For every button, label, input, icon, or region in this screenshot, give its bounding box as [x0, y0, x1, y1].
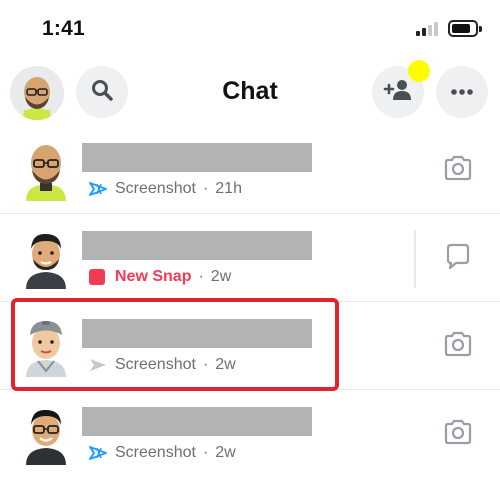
row-divider [414, 230, 416, 288]
chat-header: Chat [0, 52, 500, 124]
chat-status: New Snap · 2w [88, 266, 231, 288]
redacted-name [82, 407, 312, 436]
status-text: New Snap [115, 268, 192, 285]
separator: · [202, 444, 209, 461]
redacted-name [82, 231, 312, 260]
status-bar: 1:41 [0, 0, 500, 52]
friend-bitmoji-avatar [18, 403, 74, 465]
battery-icon [448, 20, 482, 37]
friend-bitmoji-avatar [18, 139, 74, 201]
camera-button[interactable] [440, 152, 476, 188]
chat-row[interactable]: Screenshot · 21h [0, 126, 500, 214]
chat-bubble-icon [444, 242, 472, 275]
highlight-box [11, 298, 339, 391]
screenshot-blue-icon [88, 181, 108, 197]
chat-row[interactable]: New Snap · 2w [0, 214, 500, 302]
status-text: Screenshot [115, 444, 196, 461]
more-dots-icon [450, 83, 474, 101]
chat-status: Screenshot · 21h [88, 178, 242, 200]
status-text: Screenshot [115, 180, 196, 197]
redacted-name [82, 143, 312, 172]
status-time: 2w [215, 444, 236, 461]
notification-dot [408, 60, 430, 82]
status-time: 1:41 [42, 17, 85, 40]
camera-button[interactable] [440, 416, 476, 452]
status-time: 21h [215, 180, 242, 197]
camera-icon [443, 331, 473, 362]
reply-chat-button[interactable] [440, 240, 476, 276]
screenshot-blue-icon [88, 445, 108, 461]
chat-status: Screenshot · 2w [88, 442, 236, 464]
new-snap-icon [88, 269, 108, 285]
cellular-signal-icon [416, 22, 440, 36]
friend-bitmoji-avatar [18, 227, 74, 289]
more-options-button[interactable] [436, 66, 488, 118]
separator: · [202, 180, 209, 197]
chat-row[interactable]: Screenshot · 2w [0, 390, 500, 478]
camera-icon [443, 155, 473, 186]
camera-icon [443, 419, 473, 450]
camera-button[interactable] [440, 328, 476, 364]
separator: · [198, 268, 204, 285]
add-friend-icon [383, 78, 413, 107]
page-title: Chat [222, 77, 278, 105]
status-time: 2w [210, 268, 232, 285]
